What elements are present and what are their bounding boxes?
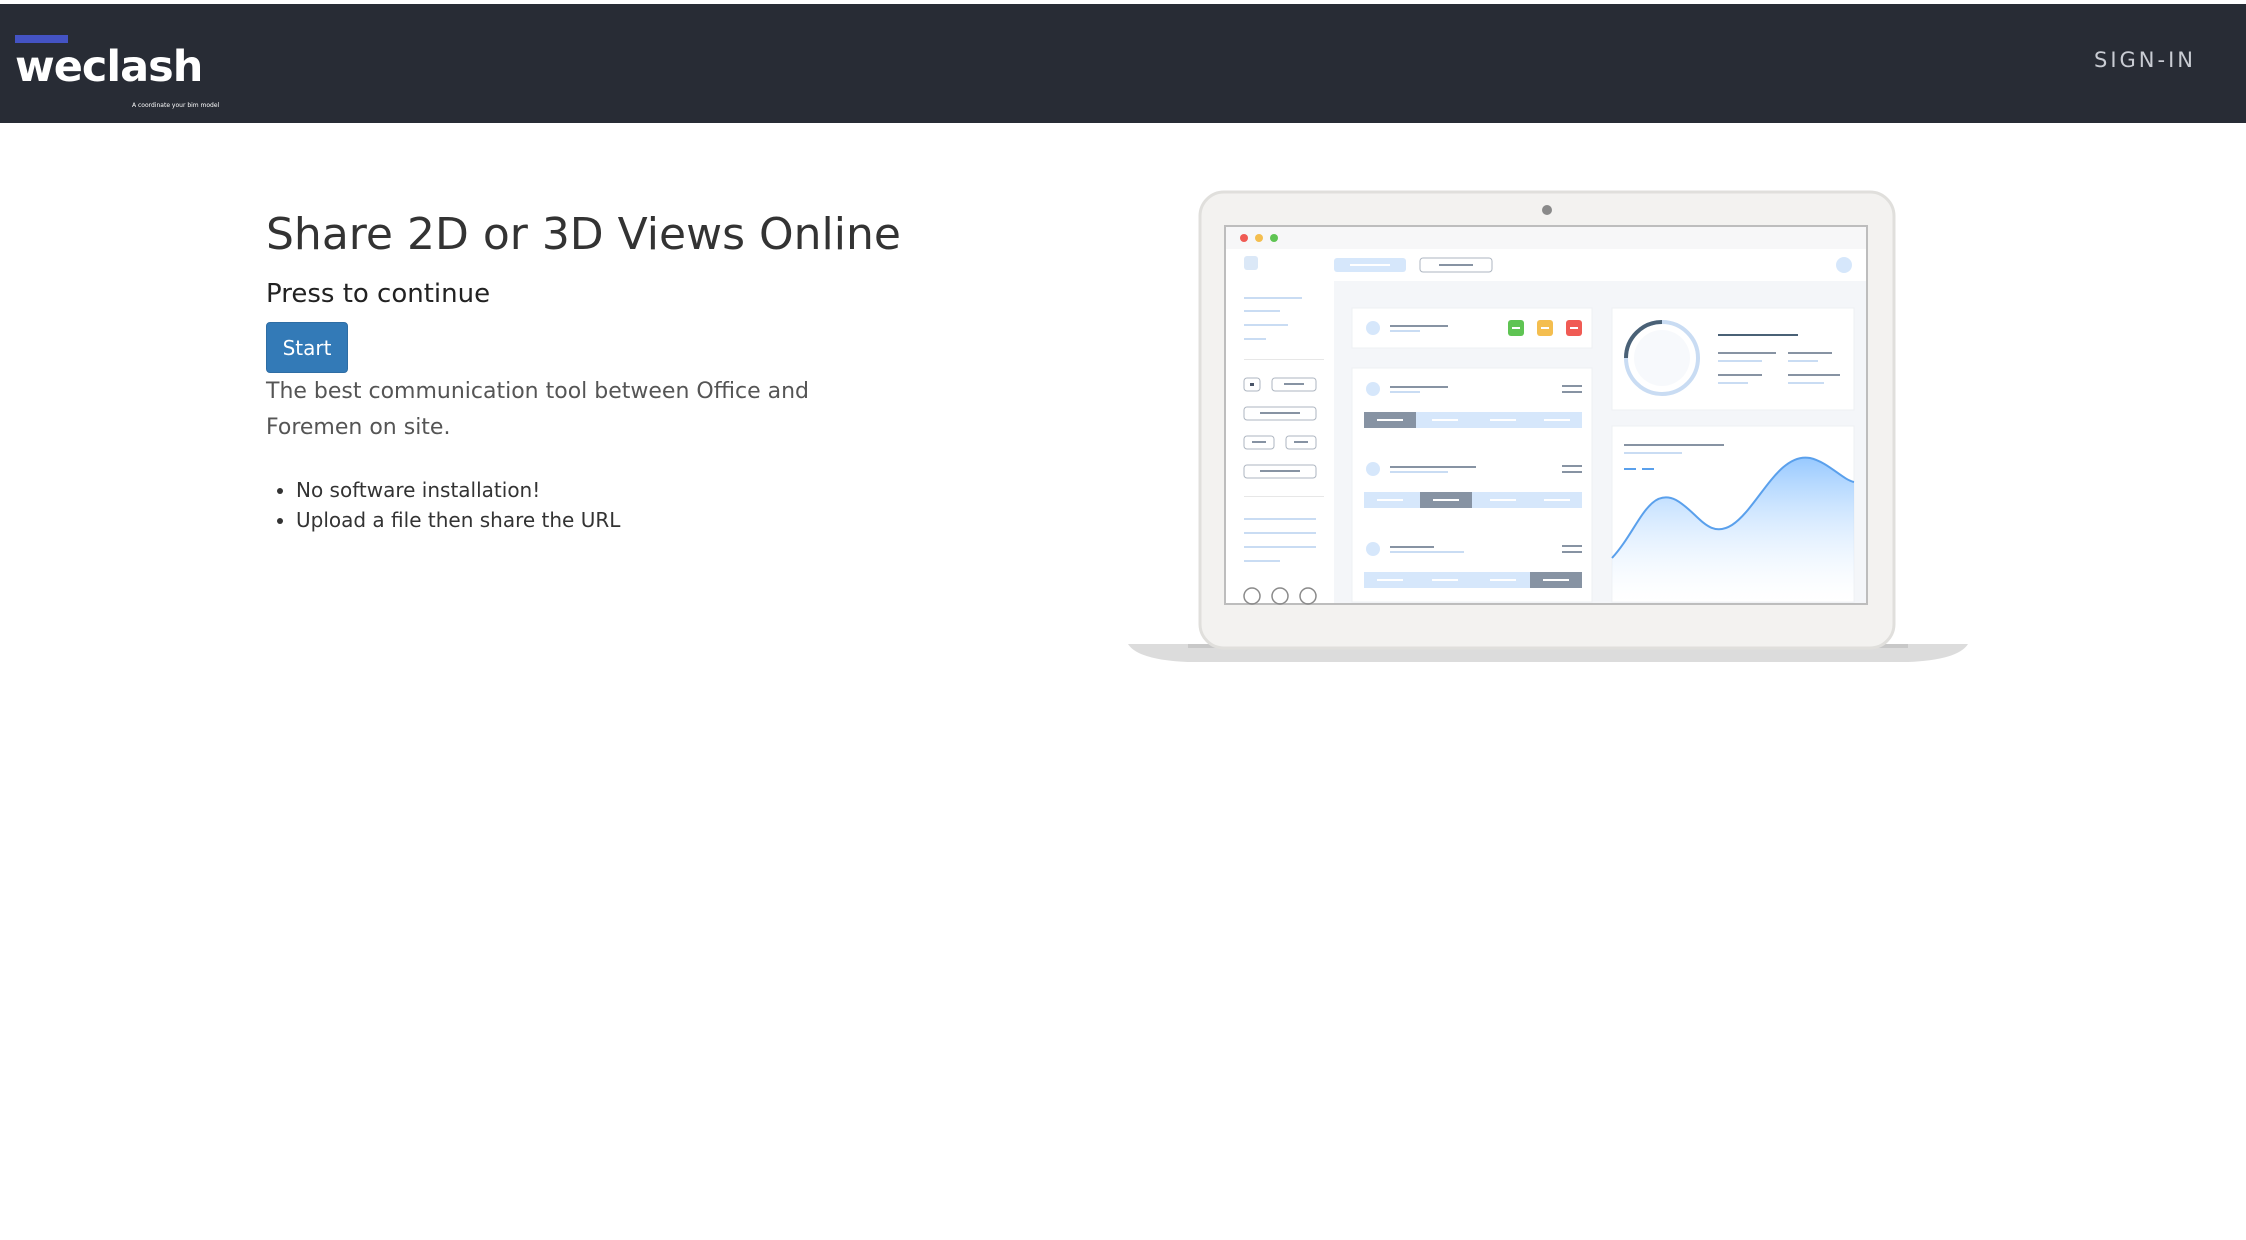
feature-item: Upload a file then share the URL [296,505,620,535]
start-button[interactable]: Start [266,322,348,373]
camera-icon [1542,205,1552,215]
feature-list: No software installation! Upload a file … [266,475,620,535]
logo-tagline: A coordinate your bim model [132,102,220,109]
window-minimize-dot [1255,234,1263,242]
page-subtitle: Press to continue [266,279,491,309]
window-maximize-dot [1270,234,1278,242]
sign-in-link[interactable]: SIGN-IN [2094,48,2196,72]
window-close-dot [1240,234,1248,242]
laptop-illustration [1128,190,1968,662]
logo[interactable]: weclash [15,46,203,89]
navbar: weclash A coordinate your bim model SIGN… [0,4,2246,123]
feature-item: No software installation! [296,475,620,505]
page-title: Share 2D or 3D Views Online [266,209,901,260]
hero-description: The best communication tool between Offi… [266,379,809,440]
